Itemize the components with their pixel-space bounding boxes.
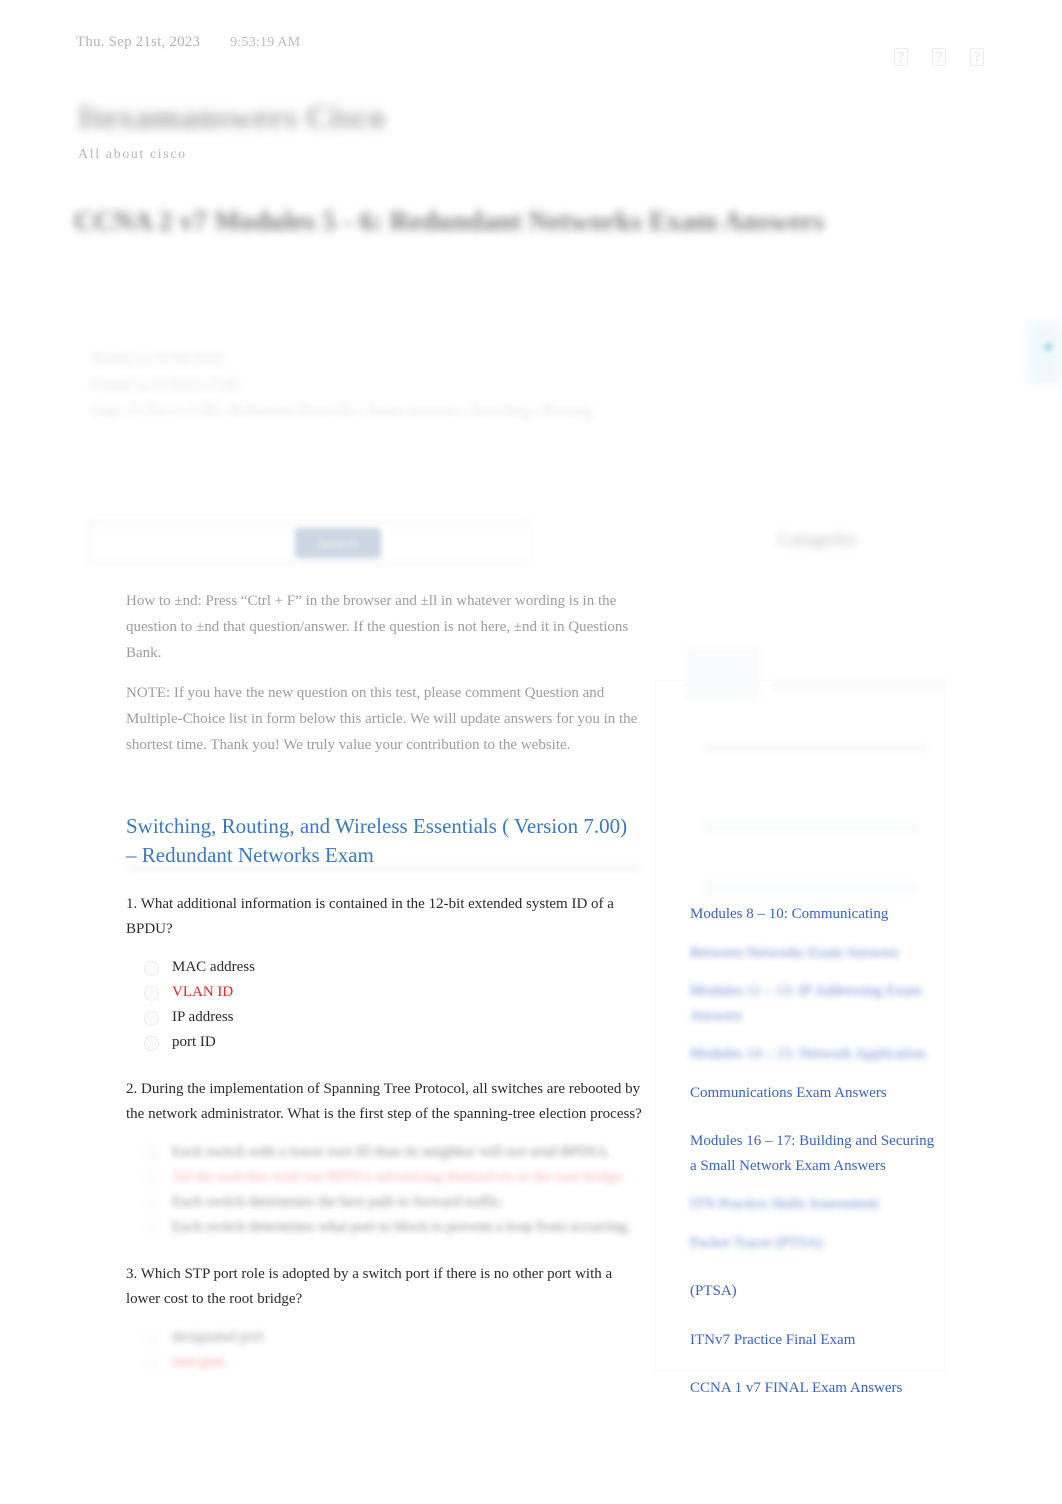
answer-option-correct[interactable]: root port <box>138 1350 642 1375</box>
entry-meta: Posted on 05/06/2020 Posted in CCNA2 v7.… <box>92 346 712 424</box>
top-bar-left: Thu. Sep 21st, 2023 9:53:19 AM <box>76 34 300 51</box>
answer-option[interactable]: designated port <box>138 1325 642 1350</box>
top-bar: Thu. Sep 21st, 2023 9:53:19 AM <box>0 0 1062 84</box>
answer-option[interactable]: MAC address <box>138 955 642 980</box>
social-links: ? ? ? <box>894 48 984 66</box>
question-text: 3. Which STP port role is adopted by a s… <box>126 1266 613 1307</box>
twitter-icon[interactable]: ? <box>932 48 946 66</box>
search-bar-filler <box>381 528 531 558</box>
answer-option[interactable]: IP address <box>138 1005 642 1030</box>
article-content: How to ±nd: Press “Ctrl + F” in the brow… <box>126 588 642 1375</box>
answer-option-correct[interactable]: VLAN ID <box>138 980 642 1005</box>
sidebar-link[interactable]: Modules 14 – 15: Network Application <box>690 1042 940 1067</box>
answer-option[interactable]: Each switch determines the best path to … <box>138 1190 642 1215</box>
search-button[interactable]: Search <box>295 528 381 558</box>
sidebar-ghost-row <box>703 820 918 832</box>
answer-option-correct[interactable]: All the switches send out BPDUs advertis… <box>138 1165 642 1190</box>
search-input[interactable] <box>95 528 295 558</box>
sidebar-ghost-row <box>703 742 928 754</box>
sidebar-link[interactable]: ITN Practice Skills Assessment <box>690 1192 940 1217</box>
sidebar-link[interactable]: Modules 8 – 10: Communicating <box>690 902 940 927</box>
answer-list: designated port root port <box>126 1325 642 1375</box>
answer-option[interactable]: Each switch determines what port to bloc… <box>138 1215 642 1240</box>
sidebar-link[interactable]: Between Networks Exam Answers <box>690 941 940 966</box>
question-text: 2. During the implementation of Spanning… <box>126 1081 642 1122</box>
sidebar-link[interactable]: Modules 16 – 17: Building and Securing a… <box>690 1129 940 1178</box>
answer-option[interactable]: port ID <box>138 1030 642 1055</box>
site-title[interactable]: Itexamanswers Cisco <box>78 100 385 137</box>
entry-meta-tags: Tags: CCNA 2 v7.00 / Redundant Networks … <box>92 403 591 419</box>
site-tagline: All about cisco <box>78 147 187 162</box>
sidebar-link[interactable]: CCNA 1 v7 FINAL Exam Answers <box>690 1376 940 1401</box>
sidebar-link[interactable]: Modules 11 – 13: IP Addressing Exam Answ… <box>690 979 940 1028</box>
sidebar-link[interactable]: (PTSA) <box>690 1279 940 1304</box>
search-bar: Search <box>88 521 532 565</box>
notice-new-question: NOTE: If you have the new question on th… <box>126 685 638 753</box>
page-title: CCNA 2 v7 Modules 5 - 6: Redundant Netwo… <box>74 206 825 236</box>
sidebar-thumbnail-placeholder <box>685 648 760 700</box>
question-text: 1. What additional information is contai… <box>126 896 614 937</box>
sidebar-widget-title: Categories <box>778 530 856 549</box>
site-identity: Itexamanswers Cisco All about cisco <box>78 100 385 163</box>
facebook-icon[interactable]: ? <box>894 48 908 66</box>
sidebar-link[interactable]: Communications Exam Answers <box>690 1081 940 1106</box>
sidebar-link-list: Modules 8 – 10: Communicating Between Ne… <box>690 902 940 1415</box>
notice-how-to-find: How to ±nd: Press “Ctrl + F” in the brow… <box>126 593 629 661</box>
current-date: Thu. Sep 21st, 2023 <box>76 33 201 50</box>
sidebar-link[interactable]: Packet Tracer (PTSA) <box>690 1231 940 1256</box>
answer-option[interactable]: Each switch with a lower root ID than it… <box>138 1140 642 1165</box>
answer-list: Each switch with a lower root ID than it… <box>126 1140 642 1240</box>
answer-list: MAC address VLAN ID IP address port ID <box>126 955 642 1055</box>
youtube-icon[interactable]: ? <box>970 48 984 66</box>
entry-meta-date: Posted on 05/06/2020 <box>92 351 223 367</box>
entry-meta-category: Posted in CCNA2 v7.00 <box>92 377 238 393</box>
how-to-find-notice: How to ±nd: Press “Ctrl + F” in the brow… <box>126 588 642 758</box>
current-time: 9:53:19 AM <box>230 34 301 50</box>
chat-bubble-icon[interactable]: ● <box>1043 336 1054 357</box>
sidebar-ghost-row <box>703 882 918 894</box>
exam-section-title: Switching, Routing, and Wireless Essenti… <box>126 814 628 867</box>
page-root: Thu. Sep 21st, 2023 9:53:19 AM ? ? ? Ite… <box>0 0 1062 1504</box>
sidebar-link[interactable]: ITNv7 Practice Final Exam <box>690 1328 940 1353</box>
sidebar-ghost-row <box>773 678 948 692</box>
